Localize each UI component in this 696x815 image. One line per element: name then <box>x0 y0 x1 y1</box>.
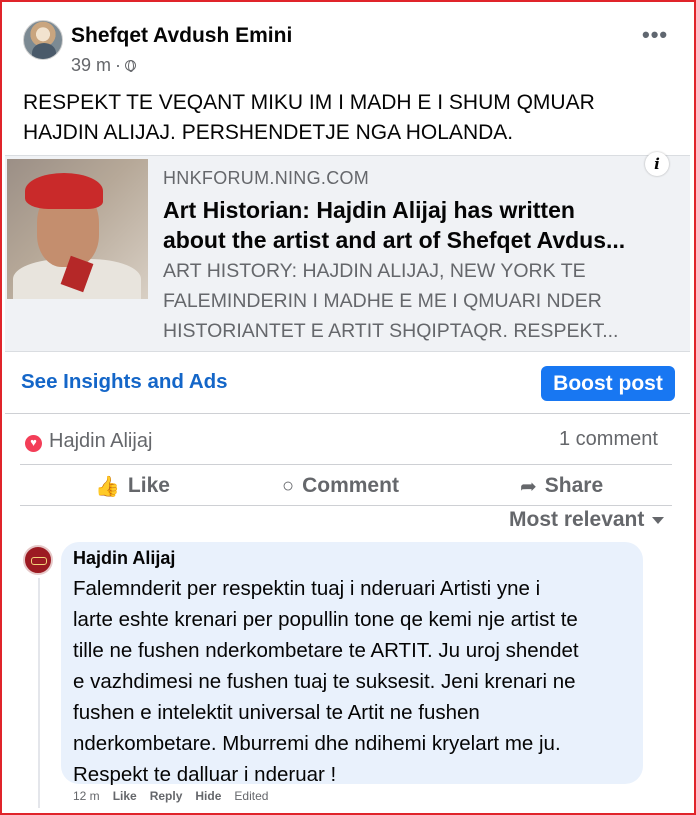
post-time[interactable]: 39 m <box>71 55 111 76</box>
link-title[interactable]: Art Historian: Hajdin Alijaj has written… <box>163 195 673 255</box>
more-options-icon[interactable]: ••• <box>642 24 668 46</box>
comment-meta: 12 m Like Reply Hide Edited <box>73 789 268 803</box>
author-avatar[interactable] <box>23 20 63 60</box>
post-actions: 👍 Like ○ Comment ➦ Share <box>5 466 690 506</box>
divider <box>5 413 690 414</box>
comment-text: Falemnderit per respektin tuaj i nderuar… <box>73 573 638 790</box>
meta-separator: · <box>115 55 122 75</box>
comment-line: fushen e intelektit universal te Artit n… <box>73 701 480 724</box>
link-preview-image[interactable] <box>7 159 148 299</box>
comment-hide-button[interactable]: Hide <box>195 789 221 803</box>
comment-time[interactable]: 12 m <box>73 789 100 803</box>
comment-reply-button[interactable]: Reply <box>150 789 183 803</box>
link-description-line: ART HISTORY: HAJDIN ALIJAJ, NEW YORK TE <box>163 260 586 282</box>
comment-label: Comment <box>302 474 399 497</box>
comment-line: larte eshte krenari per popullin tone qe… <box>73 608 578 631</box>
comment-line: Respekt te dalluar i nderuar ! <box>73 763 337 786</box>
share-label: Share <box>544 474 604 497</box>
comment-sort-dropdown[interactable]: Most relevant <box>509 508 665 532</box>
thumbs-up-icon: 👍 <box>95 475 120 498</box>
sort-label: Most relevant <box>509 508 645 531</box>
edited-label[interactable]: Edited <box>234 789 268 803</box>
comment-line: tille ne fushen nderkombetare te ARTIT. … <box>73 639 579 662</box>
info-icon[interactable]: i <box>645 152 669 176</box>
globe-icon[interactable] <box>125 60 137 72</box>
like-button[interactable]: 👍 Like <box>95 466 170 506</box>
divider <box>20 505 672 506</box>
commenter-name[interactable]: Hajdin Alijaj <box>73 548 175 569</box>
link-description-line: HISTORIANTET E ARTIT SHQIPTAQR. RESPEKT.… <box>163 320 619 342</box>
link-title-line: Art Historian: Hajdin Alijaj has written <box>163 197 575 223</box>
thumb-red-cap <box>25 173 103 209</box>
comment-line: e vazhdimesi ne fushen tuaj te suksesit.… <box>73 670 576 693</box>
post-meta: 39 m · <box>71 55 137 76</box>
link-description: ART HISTORY: HAJDIN ALIJAJ, NEW YORK TE … <box>163 256 683 346</box>
comment-count[interactable]: 1 comment <box>559 428 658 451</box>
comment-bubble-icon: ○ <box>282 474 295 497</box>
link-title-line: about the artist and art of Shefqet Avdu… <box>163 227 626 253</box>
see-insights-link[interactable]: See Insights and Ads <box>21 370 228 394</box>
reactor-name[interactable]: Hajdin Alijaj <box>49 430 152 453</box>
comment-line: nderkombetare. Mburremi dhe ndihemi krye… <box>73 732 561 755</box>
thread-line <box>38 578 40 808</box>
share-arrow-icon: ➦ <box>520 475 537 498</box>
commenter-avatar[interactable] <box>23 545 53 575</box>
chevron-down-icon <box>652 516 665 524</box>
comment-line: Falemnderit per respektin tuaj i nderuar… <box>73 577 541 600</box>
link-description-line: FALEMINDERIN I MADHE E ME I QMUARI NDER <box>163 290 602 312</box>
link-domain: HNKFORUM.NING.COM <box>163 168 370 188</box>
share-button[interactable]: ➦ Share <box>520 466 603 506</box>
post-author-name[interactable]: Shefqet Avdush Emini <box>71 24 292 48</box>
divider <box>20 464 672 465</box>
post-text: RESPEKT TE VEQANT MIKU IM I MADH E I SHU… <box>23 91 595 144</box>
comment-like-button[interactable]: Like <box>113 789 137 803</box>
like-label: Like <box>127 474 170 497</box>
boost-post-button[interactable]: Boost post <box>541 366 675 401</box>
love-reaction-icon[interactable]: ♥ <box>25 435 42 452</box>
comment-button[interactable]: ○ Comment <box>282 466 399 506</box>
